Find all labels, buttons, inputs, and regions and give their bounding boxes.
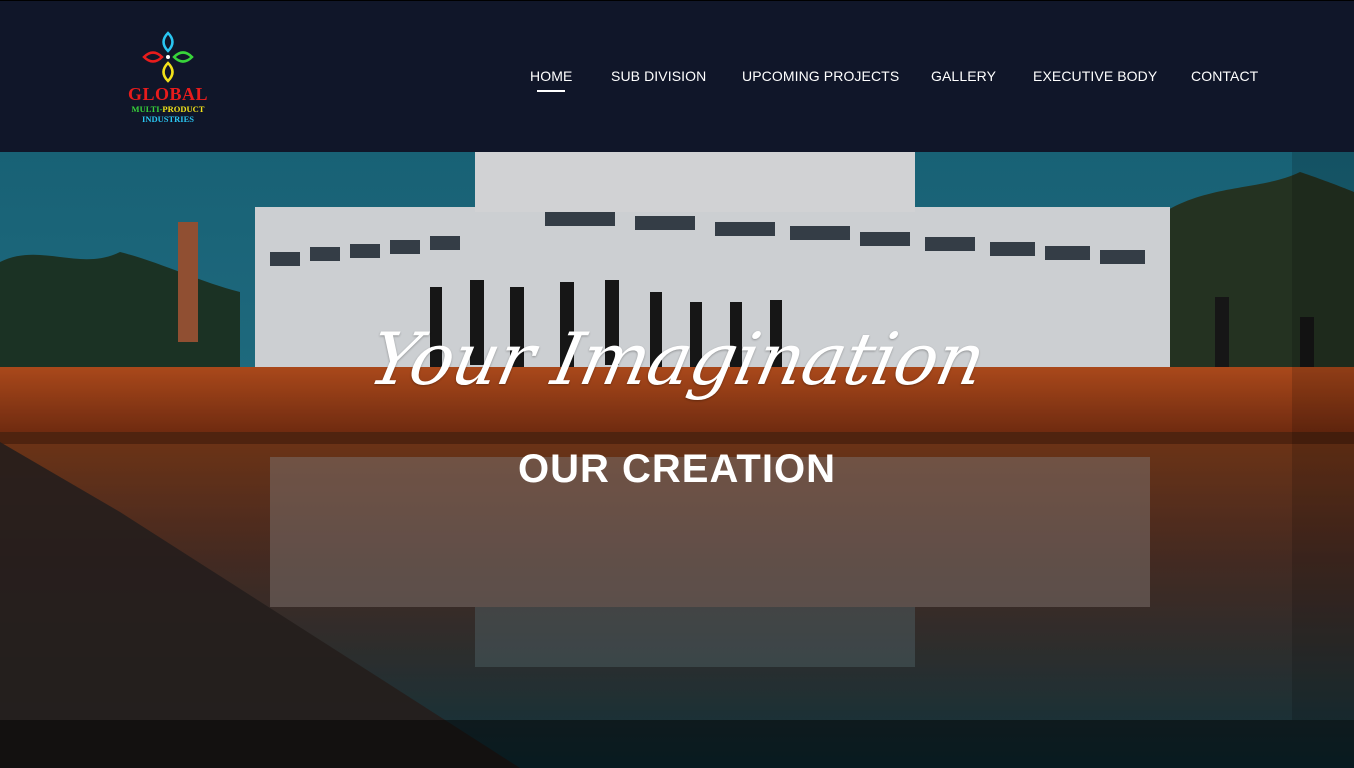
hero-banner: Your Imagination OUR CREATION xyxy=(0,152,1354,768)
site-header: GLOBAL MULTI-PRODUCT INDUSTRIES HOME SUB… xyxy=(0,0,1354,152)
nav-home[interactable]: HOME xyxy=(530,68,572,92)
nav-contact[interactable]: CONTACT xyxy=(1191,68,1258,84)
logo-subtitle-part2: PRODUCT xyxy=(162,104,205,114)
hero-script-text: Your Imagination xyxy=(362,317,992,401)
nav-gallery[interactable]: GALLERY xyxy=(931,68,996,84)
logo-subtitle: MULTI-PRODUCT xyxy=(116,104,220,114)
logo-title: GLOBAL xyxy=(127,84,209,104)
logo[interactable]: GLOBAL MULTI-PRODUCT INDUSTRIES xyxy=(116,31,220,125)
hero-title: OUR CREATION xyxy=(518,447,836,491)
logo-subtitle-line2: INDUSTRIES xyxy=(142,114,194,124)
logo-emblem-icon xyxy=(142,31,194,83)
nav-sub-division[interactable]: SUB DIVISION xyxy=(611,68,706,84)
nav-upcoming-projects[interactable]: UPCOMING PROJECTS xyxy=(742,68,899,84)
nav-executive-body[interactable]: EXECUTIVE BODY xyxy=(1033,68,1157,84)
logo-subtitle-part1: MULTI- xyxy=(131,104,163,114)
